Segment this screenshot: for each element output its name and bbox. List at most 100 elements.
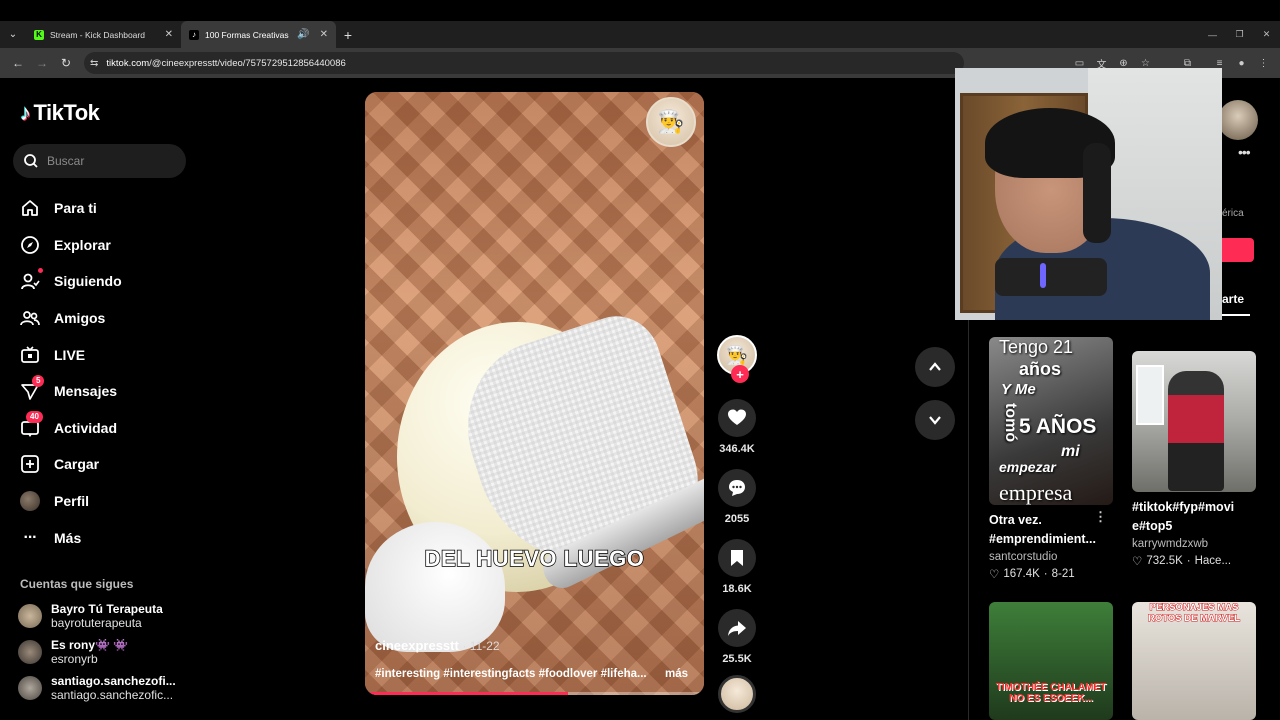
video-thumbnail[interactable]: PERSONAJES MAS ROTOS DE MARVEL xyxy=(1132,602,1256,720)
tab-tiktok-video[interactable]: ♪ 100 Formas Creativas de H 🔊 ✕ xyxy=(181,21,336,48)
more-link[interactable]: más xyxy=(665,668,688,680)
like-action[interactable]: 346.4K xyxy=(715,399,759,455)
video-progress-bar[interactable] xyxy=(365,692,704,695)
share-icon[interactable] xyxy=(718,609,756,647)
close-window-icon[interactable]: ✕ xyxy=(1253,21,1280,48)
video-description[interactable]: #interesting #interestingfacts #foodlove… xyxy=(375,668,665,680)
nav-amigos[interactable]: Amigos xyxy=(20,300,122,337)
more-icon: ··· xyxy=(23,528,38,546)
like-count: 346.4K xyxy=(719,443,755,455)
previous-video-button[interactable] xyxy=(915,347,955,387)
related-video-card[interactable]: PERSONAJES MAS ROTOS DE MARVEL xyxy=(1132,602,1258,720)
back-icon[interactable]: ← xyxy=(6,51,30,75)
profile-avatar xyxy=(20,491,40,512)
zoom-icon[interactable]: ⊕ xyxy=(1115,58,1132,69)
main-nav: Para ti Explorar Siguiendo Amigos LIVE 5… xyxy=(20,190,122,556)
reload-icon[interactable]: ↻ xyxy=(54,51,78,75)
card-username[interactable]: karrywmdzxwb xyxy=(1132,538,1258,550)
menu-kebab-icon[interactable]: ⋮ xyxy=(1255,58,1272,69)
video-thumbnail[interactable]: TIMOTHÉE CHALAMET NO ES ESOEEK... xyxy=(989,602,1113,720)
nav-para-ti[interactable]: Para ti xyxy=(20,190,122,227)
comment-count: 2055 xyxy=(724,513,750,525)
thumb-text: TIMOTHÉE CHALAMET NO ES ESOEEK... xyxy=(995,682,1107,704)
thumb-text: 5 AÑOS xyxy=(1019,415,1097,438)
right-panel-avatar[interactable] xyxy=(1218,100,1258,140)
thumb-text: mi xyxy=(1061,443,1080,460)
close-tab-icon[interactable]: ✕ xyxy=(320,29,328,40)
related-video-card[interactable]: TIMOTHÉE CHALAMET NO ES ESOEEK... xyxy=(989,602,1115,720)
url-domain: tiktok.com xyxy=(106,57,150,69)
nav-mas[interactable]: ··· Más xyxy=(20,519,122,556)
right-panel-tab[interactable]: arte xyxy=(1222,292,1244,306)
nav-live[interactable]: LIVE xyxy=(20,336,122,373)
followed-account[interactable]: Es rony👾 👾 esronyrb xyxy=(18,638,128,666)
card-username[interactable]: santcorstudio xyxy=(989,551,1115,563)
avatar xyxy=(18,676,42,700)
related-video-card[interactable]: #tiktok#fyp#movi e#top5 karrywmdzxwb ♡ 732… xyxy=(1132,351,1258,568)
card-likes: 167.4K xyxy=(1003,568,1040,580)
extensions-icon[interactable]: ⧉ xyxy=(1179,58,1196,69)
forward-icon[interactable]: → xyxy=(30,51,54,75)
followed-account[interactable]: santiago.sanchezofi... santiago.sanchezof… xyxy=(18,674,176,702)
bookmark-star-icon[interactable]: ☆ xyxy=(1137,58,1154,69)
nav-cargar[interactable]: Cargar xyxy=(20,446,122,483)
music-disc-icon[interactable] xyxy=(718,675,756,713)
nav-perfil[interactable]: Perfil xyxy=(20,483,122,520)
video-date: · 11-22 xyxy=(462,639,500,653)
tab-search-button[interactable]: ⌄ xyxy=(0,21,26,48)
tiktok-logo[interactable]: ♪ TikTok xyxy=(20,100,100,126)
account-handle: esronyrb xyxy=(51,652,98,666)
media-icon[interactable]: ≡ xyxy=(1211,58,1228,69)
video-player[interactable]: 👨‍🍳 DEL HUEVO LUEGO cineexpresstt · 11-2… xyxy=(365,92,704,695)
comment-icon[interactable] xyxy=(718,469,756,507)
follow-plus-icon[interactable]: + xyxy=(731,365,749,383)
next-video-button[interactable] xyxy=(915,400,955,440)
bookmark-icon[interactable] xyxy=(718,539,756,577)
tiktok-note-icon: ♪ xyxy=(20,100,31,125)
address-bar[interactable]: ⇆ tiktok.com/@cineexpresstt/video/757572… xyxy=(84,52,964,74)
tab-kick-dashboard[interactable]: K Stream - Kick Dashboard ✕ xyxy=(26,21,181,48)
site-info-icon[interactable]: ⇆ xyxy=(90,58,98,69)
save-action[interactable]: 18.6K xyxy=(715,539,759,595)
tab-title: 100 Formas Creativas de H xyxy=(205,29,291,40)
avatar xyxy=(18,640,42,664)
nav-siguiendo[interactable]: Siguiendo xyxy=(20,263,122,300)
save-count: 18.6K xyxy=(722,583,752,595)
card-title[interactable]: Otra vez. #emprendimient... xyxy=(989,511,1101,549)
audio-playing-icon[interactable]: 🔊 xyxy=(297,29,309,40)
video-thumbnail[interactable] xyxy=(1132,351,1256,492)
thumb-text: años xyxy=(1019,359,1062,379)
video-thumbnail[interactable]: Tengo 21 años Y Me tomó 5 AÑOS mi empeza… xyxy=(989,337,1113,505)
friends-icon xyxy=(20,308,40,328)
heart-icon[interactable] xyxy=(718,399,756,437)
new-tab-button[interactable]: + xyxy=(336,21,360,48)
comment-action[interactable]: 2055 xyxy=(715,469,759,525)
close-tab-icon[interactable]: ✕ xyxy=(165,29,173,40)
nav-explorar[interactable]: Explorar xyxy=(20,227,122,264)
related-video-card[interactable]: Tengo 21 años Y Me tomó 5 AÑOS mi empeza… xyxy=(989,337,1115,581)
video-author[interactable]: cineexpresstt · 11-22 xyxy=(375,638,500,653)
account-handle: bayrotuterapeuta xyxy=(51,616,142,630)
home-icon xyxy=(20,198,40,218)
share-action[interactable]: 25.5K xyxy=(715,609,759,665)
right-panel-follow-button[interactable] xyxy=(1222,238,1254,262)
thumb-figure xyxy=(1168,371,1224,491)
profile-icon[interactable]: ● xyxy=(1233,58,1250,69)
webcam-headphones xyxy=(1083,143,1111,243)
right-panel-more-icon[interactable]: ••• xyxy=(1238,144,1251,160)
card-stats: ♡ 167.4K · 8-21 xyxy=(989,568,1075,581)
card-title[interactable]: #tiktok#fyp#movi e#top5 xyxy=(1132,498,1244,536)
webcam-overlay xyxy=(955,68,1222,320)
followed-account[interactable]: Bayro Tú Terapeuta bayrotuterapeuta xyxy=(18,602,163,630)
share-count: 25.5K xyxy=(722,653,752,665)
card-more-icon[interactable]: ⋮ xyxy=(1094,509,1107,525)
search-input[interactable]: Buscar xyxy=(13,144,186,178)
nav-mensajes[interactable]: 5 Mensajes xyxy=(20,373,122,410)
restore-icon[interactable]: ❐ xyxy=(1226,21,1253,48)
creator-avatar[interactable]: 👨‍🍳 + xyxy=(717,335,757,383)
chevron-up-icon xyxy=(929,362,941,371)
cast-icon[interactable]: ▭ xyxy=(1071,58,1088,69)
author-name[interactable]: cineexpresstt xyxy=(375,638,459,653)
minimize-icon[interactable]: — xyxy=(1199,21,1226,48)
nav-actividad[interactable]: 40 Actividad xyxy=(20,410,122,447)
